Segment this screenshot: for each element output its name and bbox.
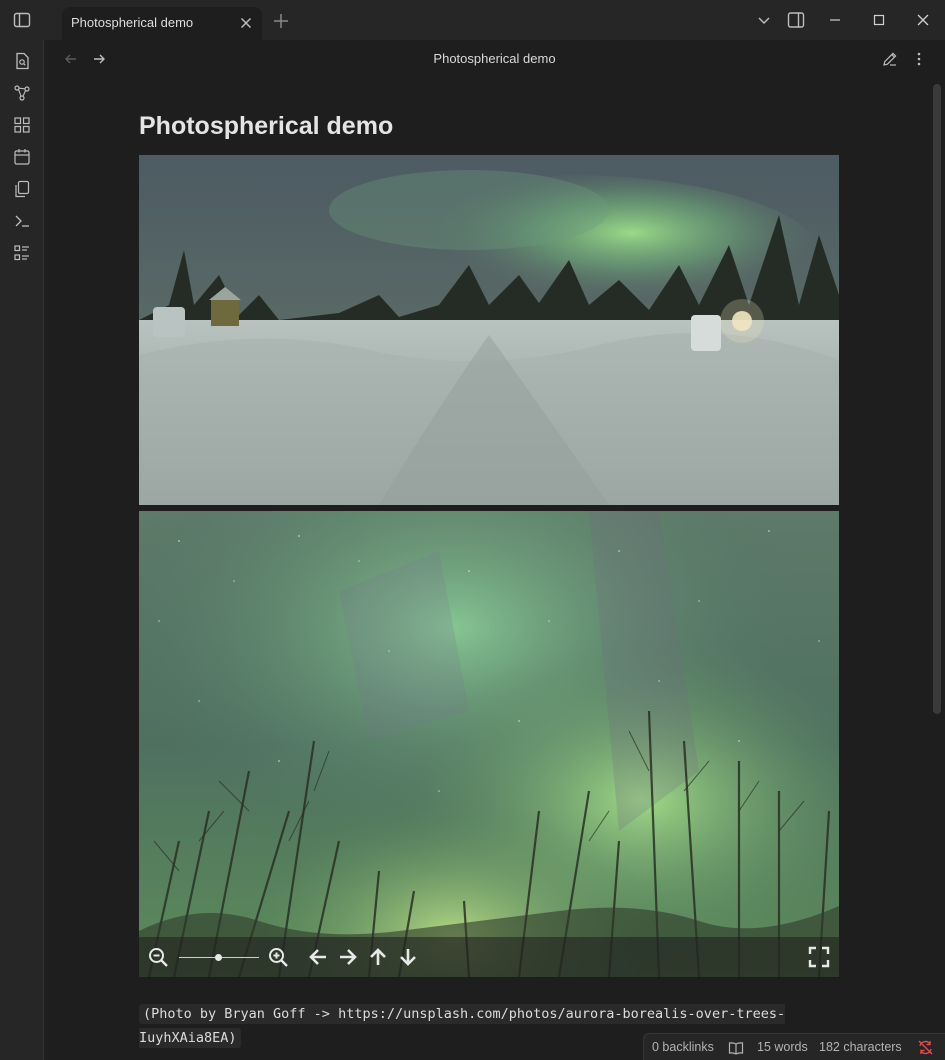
templates-copy-icon[interactable] <box>12 179 32 199</box>
new-tab-plus-icon[interactable] <box>272 12 290 30</box>
edit-mode-pencil-icon[interactable] <box>881 50 899 68</box>
close-window-icon[interactable] <box>913 10 933 30</box>
view-header: Photospherical demo <box>44 40 945 78</box>
zoom-in-icon[interactable] <box>267 946 289 968</box>
backlinks-count[interactable]: 0 backlinks <box>652 1040 714 1054</box>
close-tab-icon[interactable] <box>238 15 254 31</box>
maximize-window-icon[interactable] <box>869 10 889 30</box>
more-options-dots-icon[interactable] <box>910 50 928 68</box>
fullscreen-icon[interactable] <box>808 946 830 968</box>
view-header-title[interactable]: Photospherical demo <box>44 51 945 66</box>
graph-view-icon[interactable] <box>12 83 32 103</box>
move-left-arrow-icon[interactable] <box>307 946 329 968</box>
zoom-range-knob[interactable] <box>215 954 222 961</box>
move-down-arrow-icon[interactable] <box>397 946 419 968</box>
reading-mode-book-icon[interactable] <box>728 1040 744 1056</box>
title-bar: Photospherical demo <box>0 0 945 40</box>
page-title: Photospherical demo <box>139 112 394 140</box>
left-sidebar-toggle-icon[interactable] <box>12 10 32 30</box>
word-count: 15 words <box>757 1040 808 1054</box>
tab-title: Photospherical demo <box>71 15 194 30</box>
zoom-out-icon[interactable] <box>147 946 169 968</box>
right-sidebar-toggle-icon[interactable] <box>786 10 806 30</box>
viewer-navbar <box>139 937 839 977</box>
move-up-arrow-icon[interactable] <box>367 946 389 968</box>
bookmarks-list-icon[interactable] <box>12 243 32 263</box>
minimize-window-icon[interactable] <box>825 10 845 30</box>
tab-list-chevron-down-icon[interactable] <box>754 10 774 30</box>
move-right-arrow-icon[interactable] <box>337 946 359 968</box>
calendar-icon[interactable] <box>12 147 32 167</box>
panorama-image <box>139 155 839 505</box>
sync-error-icon[interactable] <box>917 1039 934 1056</box>
character-count: 182 characters <box>819 1040 902 1054</box>
quick-switcher-file-search-icon[interactable] <box>12 51 32 71</box>
scrollbar[interactable] <box>933 84 941 714</box>
tab-photospherical-demo[interactable]: Photospherical demo <box>62 7 262 40</box>
canvas-grid-icon[interactable] <box>12 115 32 135</box>
photosphere-viewer[interactable] <box>139 511 839 977</box>
command-palette-terminal-icon[interactable] <box>12 211 32 231</box>
left-ribbon <box>0 40 44 1060</box>
status-bar: 0 backlinks 15 words 182 characters <box>643 1033 945 1060</box>
